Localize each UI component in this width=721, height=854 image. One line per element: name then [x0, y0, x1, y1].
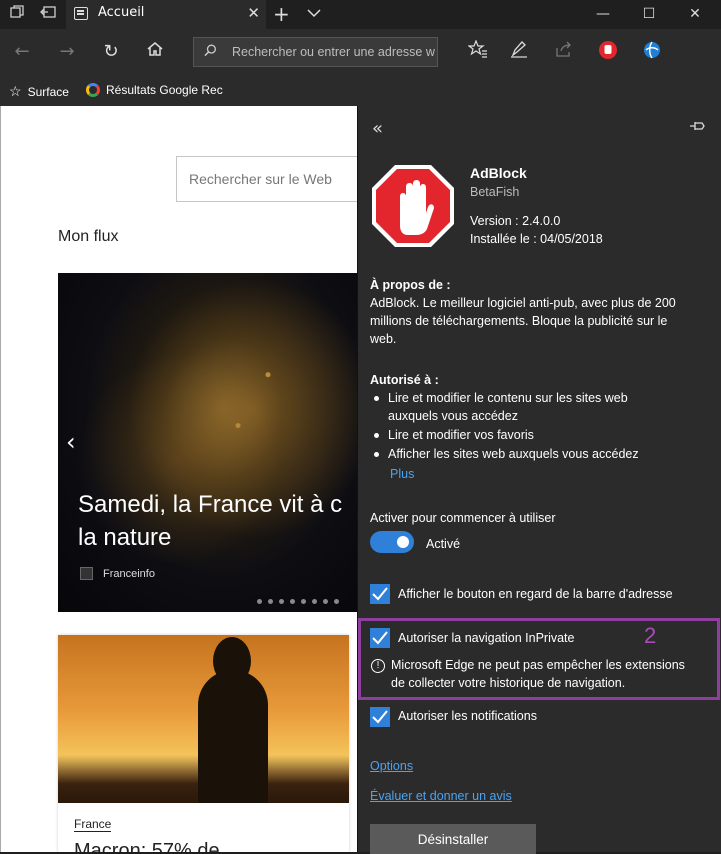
about-line: millions de téléchargements. Bloque la p…	[370, 314, 668, 328]
activate-label: Activer pour commencer à utiliser	[370, 511, 556, 525]
forward-icon[interactable]: →	[55, 40, 79, 64]
feed-title: Mon flux	[58, 228, 119, 245]
search-icon	[204, 44, 216, 57]
share-icon[interactable]	[552, 40, 576, 64]
hero-source: Franceinfo	[80, 567, 155, 580]
carousel-dots[interactable]	[257, 589, 345, 608]
home-icon[interactable]	[143, 40, 167, 64]
hero-news-card[interactable]: ‹ Samedi, la France vit à c la nature Fr…	[58, 273, 358, 612]
close-window-icon[interactable]: ✕	[672, 0, 718, 29]
tabs-aside-icon[interactable]	[8, 5, 26, 23]
page-icon	[74, 7, 88, 20]
inprivate-label: Autoriser la navigation InPrivate	[398, 631, 575, 645]
extension-globe-icon[interactable]	[640, 40, 664, 64]
info-icon: !	[371, 659, 385, 673]
minimize-icon[interactable]: —	[580, 0, 626, 29]
notifications-label: Autoriser les notifications	[398, 709, 537, 723]
install-date: Installée le : 04/05/2018	[470, 232, 603, 246]
news-category[interactable]: France	[74, 817, 112, 832]
about-line: AdBlock. Le meilleur logiciel anti-pub, …	[370, 296, 676, 310]
pin-icon[interactable]	[689, 120, 707, 132]
hero-image	[58, 273, 358, 612]
about-title: À propos de :	[370, 278, 451, 292]
news-image	[58, 635, 349, 803]
web-search-box[interactable]	[176, 156, 358, 202]
inprivate-checkbox[interactable]	[370, 628, 390, 648]
news-card[interactable]: France Macron: 57% de	[58, 635, 349, 852]
restore-tabs-icon[interactable]	[39, 5, 57, 23]
favorites-bar: ☆ Surface Résultats Google Rec	[0, 76, 721, 106]
star-icon: ☆	[9, 83, 22, 99]
about-line: web.	[370, 332, 397, 346]
source-logo-icon	[80, 567, 93, 580]
web-search-input[interactable]	[189, 171, 354, 187]
refresh-icon[interactable]: ↻	[99, 40, 123, 64]
adblock-logo	[372, 165, 454, 247]
extension-name: AdBlock	[470, 165, 527, 181]
show-button-checkbox[interactable]	[370, 584, 390, 604]
hero-headline: Samedi, la France vit à c la nature	[78, 491, 343, 551]
tab-accueil[interactable]: Accueil ✕	[66, 0, 266, 29]
permission-item: Lire et modifier vos favoris	[388, 428, 534, 442]
address-input[interactable]	[232, 43, 437, 61]
tab-title: Accueil	[98, 5, 145, 20]
google-icon	[86, 83, 100, 97]
back-double-chevron-icon[interactable]: «	[372, 118, 383, 139]
address-bar[interactable]	[193, 37, 438, 67]
carousel-prev-icon[interactable]: ‹	[66, 428, 76, 456]
bullet	[374, 396, 379, 401]
favorites-star-icon[interactable]	[466, 39, 490, 64]
authorized-title: Autorisé à :	[370, 373, 439, 387]
extension-version: Version : 2.4.0.0	[470, 214, 561, 228]
permission-item: Lire et modifier le contenu sur les site…	[388, 391, 628, 423]
tab-list-chevron-icon[interactable]	[306, 5, 324, 23]
bullet	[374, 433, 379, 438]
show-button-label: Afficher le bouton en regard de la barre…	[398, 587, 673, 601]
more-permissions-link[interactable]: Plus	[390, 467, 414, 481]
annotation-number: 2	[644, 623, 657, 648]
page-content: Mon flux ‹ Samedi, la France vit à c la …	[0, 106, 358, 852]
maximize-icon[interactable]: ☐	[626, 0, 672, 29]
close-tab-icon[interactable]: ✕	[247, 4, 260, 22]
toggle-state-label: Activé	[426, 537, 461, 551]
back-icon[interactable]: ←	[10, 40, 34, 64]
news-title: Macron: 57% de	[74, 840, 220, 852]
favorite-google[interactable]: Résultats Google Rec	[86, 83, 223, 97]
notifications-checkbox[interactable]	[370, 707, 390, 727]
extension-author: BetaFish	[470, 185, 520, 199]
permission-item: Afficher les sites web auxquels vous acc…	[388, 447, 639, 461]
inprivate-warning: Microsoft Edge ne peut pas empêcher les …	[391, 658, 685, 690]
navigation-bar: ← → ↻	[0, 29, 721, 76]
extension-panel: « AdBlock BetaFish Version : 2.4.0.0 Ins…	[357, 106, 721, 854]
web-note-icon[interactable]	[507, 40, 531, 64]
uninstall-button[interactable]: Désinstaller	[370, 824, 536, 854]
bullet	[374, 452, 379, 457]
options-link[interactable]: Options	[370, 759, 413, 773]
new-tab-icon[interactable]: +	[273, 2, 290, 26]
enable-toggle[interactable]	[370, 531, 414, 553]
favorite-surface[interactable]: ☆ Surface	[9, 83, 69, 100]
title-bar: Accueil ✕ + — ☐ ✕	[0, 0, 721, 29]
adblock-extension-icon[interactable]	[596, 40, 620, 64]
rate-review-link[interactable]: Évaluer et donner un avis	[370, 789, 512, 803]
